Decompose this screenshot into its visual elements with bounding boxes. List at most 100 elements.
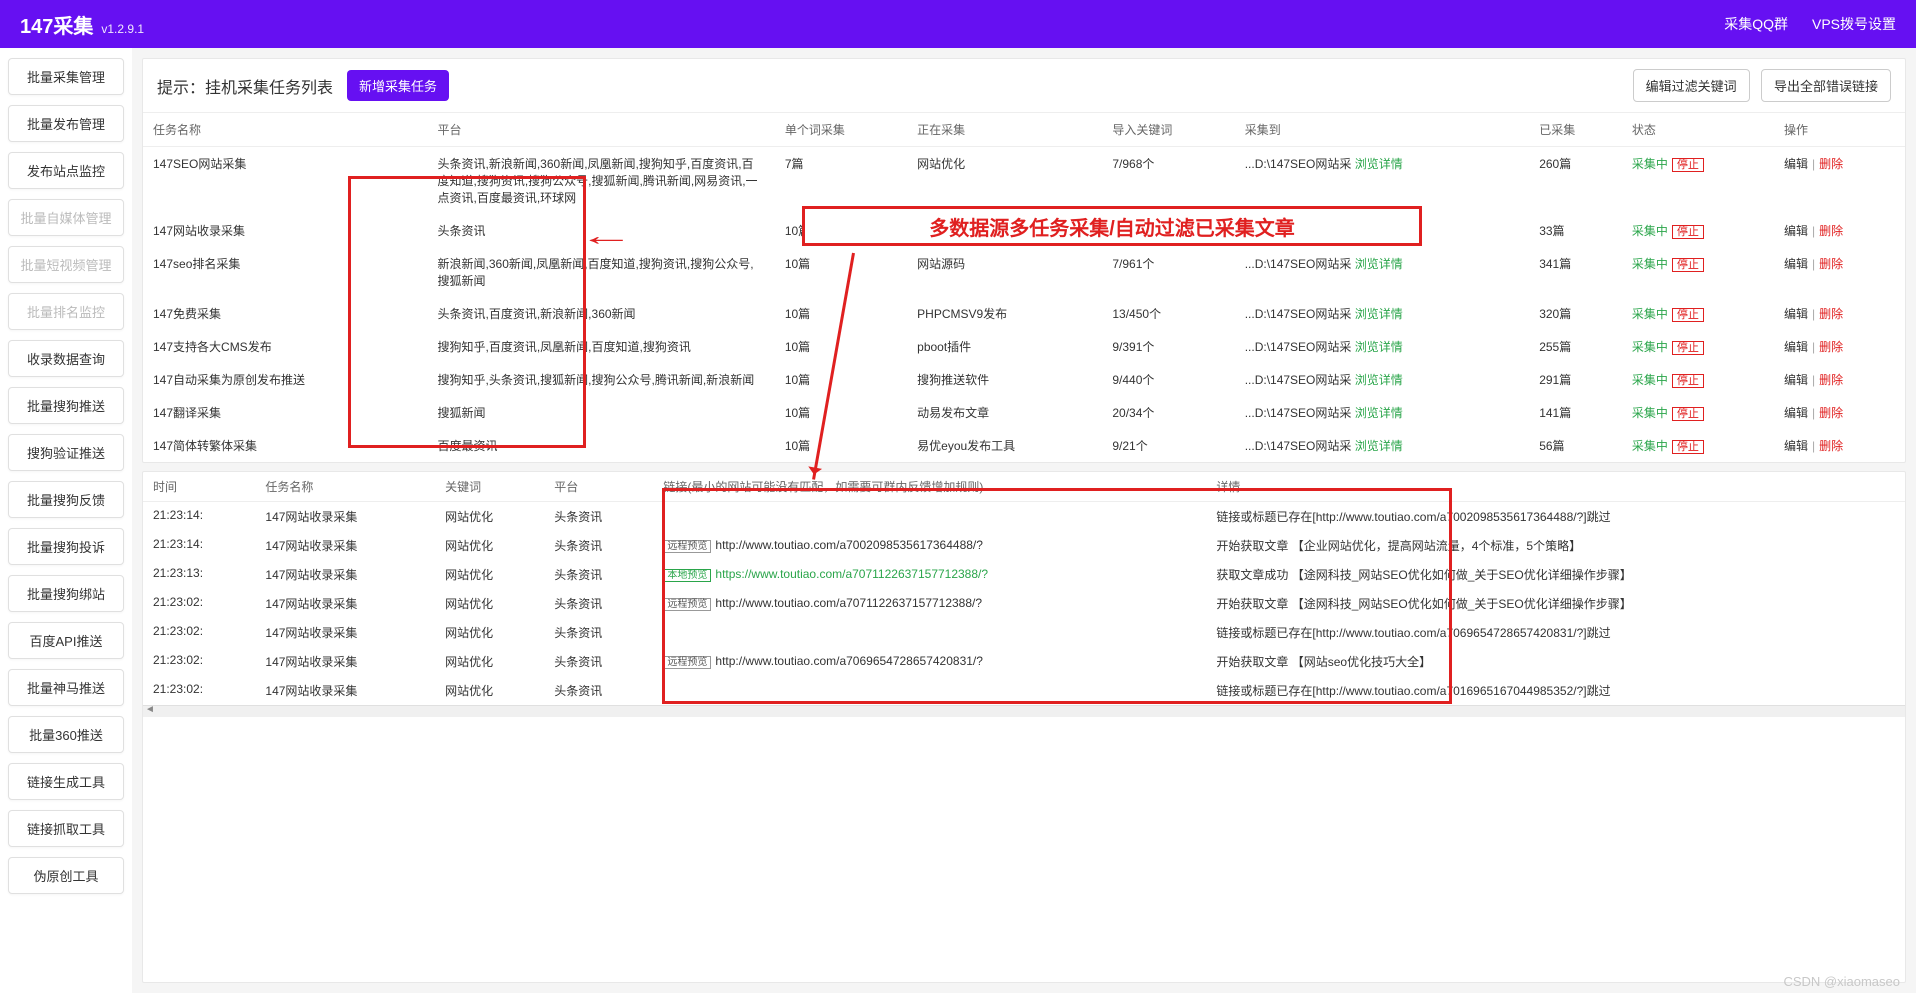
browse-link[interactable]: 浏览详情 bbox=[1355, 373, 1403, 387]
col-perword: 单个词采集 bbox=[775, 113, 907, 147]
browse-link[interactable]: 浏览详情 bbox=[1355, 257, 1403, 271]
sidebar-item-1[interactable]: 批量发布管理 bbox=[8, 105, 124, 142]
sidebar-item-11[interactable]: 批量搜狗绑站 bbox=[8, 575, 124, 612]
cell-status: 采集中停止 bbox=[1622, 147, 1774, 215]
log-task: 147网站收录采集 bbox=[255, 589, 435, 618]
cell-op: 编辑|删除 bbox=[1774, 429, 1905, 462]
browse-link[interactable]: 浏览详情 bbox=[1355, 157, 1403, 171]
log-url[interactable]: http://www.toutiao.com/a7002098535617364… bbox=[715, 538, 983, 552]
cell-status: 采集中停止 bbox=[1622, 330, 1774, 363]
log-time: 21:23:02: bbox=[143, 589, 255, 618]
sidebar-item-15[interactable]: 链接生成工具 bbox=[8, 763, 124, 800]
cell-op: 编辑|删除 bbox=[1774, 214, 1905, 247]
delete-link[interactable]: 删除 bbox=[1819, 257, 1843, 271]
sidebar-item-9[interactable]: 批量搜狗反馈 bbox=[8, 481, 124, 518]
stop-button[interactable]: 停止 bbox=[1672, 308, 1704, 322]
local-badge[interactable]: 本地预览 bbox=[663, 569, 711, 582]
cell-platform: 百度最资讯 bbox=[428, 429, 775, 462]
remote-badge[interactable]: 远程预览 bbox=[663, 598, 711, 611]
delete-link[interactable]: 删除 bbox=[1819, 224, 1843, 238]
horizontal-scrollbar[interactable] bbox=[143, 705, 1905, 717]
cell-status: 采集中停止 bbox=[1622, 214, 1774, 247]
stop-button[interactable]: 停止 bbox=[1672, 374, 1704, 388]
sidebar-item-17[interactable]: 伪原创工具 bbox=[8, 857, 124, 894]
link-vps-settings[interactable]: VPS拨号设置 bbox=[1812, 14, 1896, 34]
cell-perword: 10篇 bbox=[775, 396, 907, 429]
browse-link[interactable]: 浏览详情 bbox=[1355, 406, 1403, 420]
cell-name: 147SEO网站采集 bbox=[143, 147, 428, 215]
cell-to: ...D:\147SEO网站采 浏览详情 bbox=[1235, 330, 1530, 363]
cell-count: 255篇 bbox=[1529, 330, 1622, 363]
edit-link[interactable]: 编辑 bbox=[1784, 224, 1808, 238]
col-collecting: 正在采集 bbox=[907, 113, 1102, 147]
browse-link[interactable]: 浏览详情 bbox=[1355, 340, 1403, 354]
remote-badge[interactable]: 远程预览 bbox=[663, 656, 711, 669]
link-qq-group[interactable]: 采集QQ群 bbox=[1724, 14, 1788, 34]
sidebar-item-13[interactable]: 批量神马推送 bbox=[8, 669, 124, 706]
sidebar-item-2[interactable]: 发布站点监控 bbox=[8, 152, 124, 189]
export-errors-button[interactable]: 导出全部错误链接 bbox=[1761, 69, 1891, 102]
log-keyword: 网站优化 bbox=[435, 647, 544, 676]
cell-status: 采集中停止 bbox=[1622, 429, 1774, 462]
log-platform: 头条资讯 bbox=[544, 647, 653, 676]
log-link: 本地预览 https://www.toutiao.com/a70711226371… bbox=[653, 560, 1206, 589]
stop-button[interactable]: 停止 bbox=[1672, 225, 1704, 239]
delete-link[interactable]: 删除 bbox=[1819, 340, 1843, 354]
log-detail: 获取文章成功 【途网科技_网站SEO优化如何做_关于SEO优化详细操作步骤】 bbox=[1206, 560, 1905, 589]
cell-count: 341篇 bbox=[1529, 247, 1622, 297]
edit-link[interactable]: 编辑 bbox=[1784, 340, 1808, 354]
sidebar-item-14[interactable]: 批量360推送 bbox=[8, 716, 124, 753]
stop-button[interactable]: 停止 bbox=[1672, 407, 1704, 421]
browse-link[interactable]: 浏览详情 bbox=[1355, 307, 1403, 321]
cell-status: 采集中停止 bbox=[1622, 396, 1774, 429]
cell-imported: 9/391个 bbox=[1102, 330, 1234, 363]
remote-badge[interactable]: 远程预览 bbox=[663, 540, 711, 553]
cell-platform: 头条资讯,新浪新闻,360新闻,凤凰新闻,搜狗知乎,百度资讯,百度知道,搜狗资讯… bbox=[428, 147, 775, 215]
delete-link[interactable]: 删除 bbox=[1819, 307, 1843, 321]
annotation-arrow-left: ← bbox=[578, 220, 634, 252]
cell-name: 147简体转繁体采集 bbox=[143, 429, 428, 462]
browse-link[interactable]: 浏览详情 bbox=[1355, 439, 1403, 453]
stop-button[interactable]: 停止 bbox=[1672, 341, 1704, 355]
cell-count: 33篇 bbox=[1529, 214, 1622, 247]
log-url[interactable]: http://www.toutiao.com/a7071122637157712… bbox=[715, 596, 982, 610]
sidebar-item-16[interactable]: 链接抓取工具 bbox=[8, 810, 124, 847]
sidebar-item-12[interactable]: 百度API推送 bbox=[8, 622, 124, 659]
log-url[interactable]: https://www.toutiao.com/a707112263715771… bbox=[715, 567, 988, 581]
edit-filter-button[interactable]: 编辑过滤关键词 bbox=[1633, 69, 1750, 102]
delete-link[interactable]: 删除 bbox=[1819, 439, 1843, 453]
sidebar: 批量采集管理批量发布管理发布站点监控批量自媒体管理批量短视频管理批量排名监控收录… bbox=[0, 48, 132, 993]
log-row: 21:23:02:147网站收录采集网站优化头条资讯链接或标题已存在[http:… bbox=[143, 618, 1905, 647]
sidebar-item-0[interactable]: 批量采集管理 bbox=[8, 58, 124, 95]
log-keyword: 网站优化 bbox=[435, 676, 544, 705]
log-url[interactable]: http://www.toutiao.com/a7069654728657420… bbox=[715, 654, 983, 668]
log-task: 147网站收录采集 bbox=[255, 676, 435, 705]
delete-link[interactable]: 删除 bbox=[1819, 157, 1843, 171]
stop-button[interactable]: 停止 bbox=[1672, 440, 1704, 454]
delete-link[interactable]: 删除 bbox=[1819, 373, 1843, 387]
cell-collecting: 网站优化 bbox=[907, 147, 1102, 215]
cell-count: 260篇 bbox=[1529, 147, 1622, 215]
edit-link[interactable]: 编辑 bbox=[1784, 373, 1808, 387]
cell-perword: 7篇 bbox=[775, 147, 907, 215]
log-link bbox=[653, 618, 1206, 647]
sidebar-item-10[interactable]: 批量搜狗投诉 bbox=[8, 528, 124, 565]
stop-button[interactable]: 停止 bbox=[1672, 258, 1704, 272]
stop-button[interactable]: 停止 bbox=[1672, 158, 1704, 172]
edit-link[interactable]: 编辑 bbox=[1784, 439, 1808, 453]
sidebar-item-6[interactable]: 收录数据查询 bbox=[8, 340, 124, 377]
log-task: 147网站收录采集 bbox=[255, 502, 435, 532]
delete-link[interactable]: 删除 bbox=[1819, 406, 1843, 420]
cell-count: 320篇 bbox=[1529, 297, 1622, 330]
add-task-button[interactable]: 新增采集任务 bbox=[347, 70, 449, 101]
edit-link[interactable]: 编辑 bbox=[1784, 406, 1808, 420]
edit-link[interactable]: 编辑 bbox=[1784, 157, 1808, 171]
sidebar-item-8[interactable]: 搜狗验证推送 bbox=[8, 434, 124, 471]
edit-link[interactable]: 编辑 bbox=[1784, 257, 1808, 271]
cell-to: ...D:\147SEO网站采 浏览详情 bbox=[1235, 247, 1530, 297]
col-op: 操作 bbox=[1774, 113, 1905, 147]
sidebar-item-7[interactable]: 批量搜狗推送 bbox=[8, 387, 124, 424]
cell-name: 147自动采集为原创发布推送 bbox=[143, 363, 428, 396]
edit-link[interactable]: 编辑 bbox=[1784, 307, 1808, 321]
log-row: 21:23:14:147网站收录采集网站优化头条资讯远程预览http://www… bbox=[143, 531, 1905, 560]
